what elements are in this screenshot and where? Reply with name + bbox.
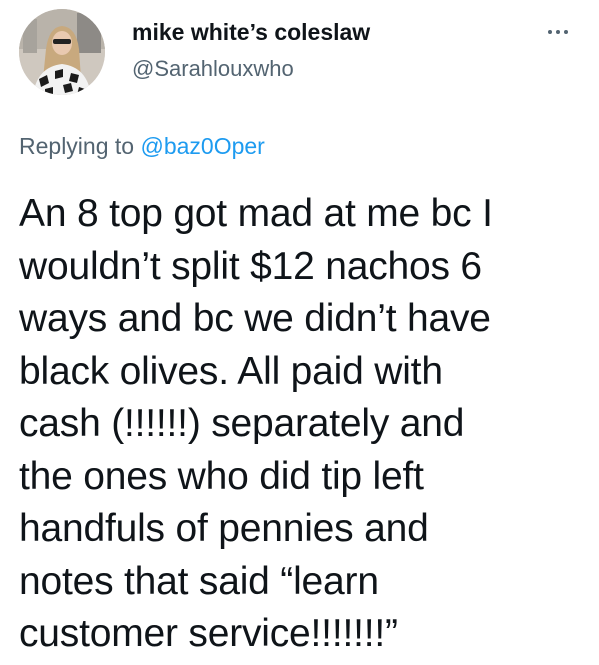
dot bbox=[548, 30, 552, 34]
more-horizontal-icon[interactable] bbox=[538, 20, 578, 44]
tweet-text-line: wouldn’t split $12 nachos 6 bbox=[19, 244, 482, 288]
tweet-text-line: An 8 top got mad at me bc I bbox=[19, 192, 493, 235]
dot bbox=[556, 30, 560, 34]
avatar[interactable] bbox=[19, 9, 105, 95]
dot bbox=[564, 30, 568, 34]
tweet-text-line: customer service!!!!!!!” bbox=[19, 612, 398, 655]
tweet-text-line: notes that said “learn bbox=[19, 559, 379, 603]
replying-to-line: Replying to @baz0Oper bbox=[19, 132, 265, 160]
author-display-name[interactable]: mike white’s coleslaw bbox=[132, 18, 370, 46]
tweet-text-line: handfuls of pennies and bbox=[19, 507, 429, 550]
tweet-text-line: the ones who did tip left bbox=[19, 454, 424, 498]
reply-mention-link[interactable]: @baz0Oper bbox=[140, 133, 264, 159]
tweet-text-line: black olives. All paid with bbox=[19, 349, 443, 393]
tweet-text: An 8 top got mad at me bc I wouldn’t spl… bbox=[19, 188, 589, 661]
tweet-text-line: ways and bc we didn’t have bbox=[19, 297, 491, 340]
author-handle[interactable]: @Sarahlouxwho bbox=[132, 55, 294, 83]
tweet-text-line: cash (!!!!!!) separately and bbox=[19, 402, 465, 445]
tweet-card: mike white’s coleslaw @Sarahlouxwho Repl… bbox=[0, 0, 599, 665]
replying-to-label: Replying to bbox=[19, 133, 135, 159]
